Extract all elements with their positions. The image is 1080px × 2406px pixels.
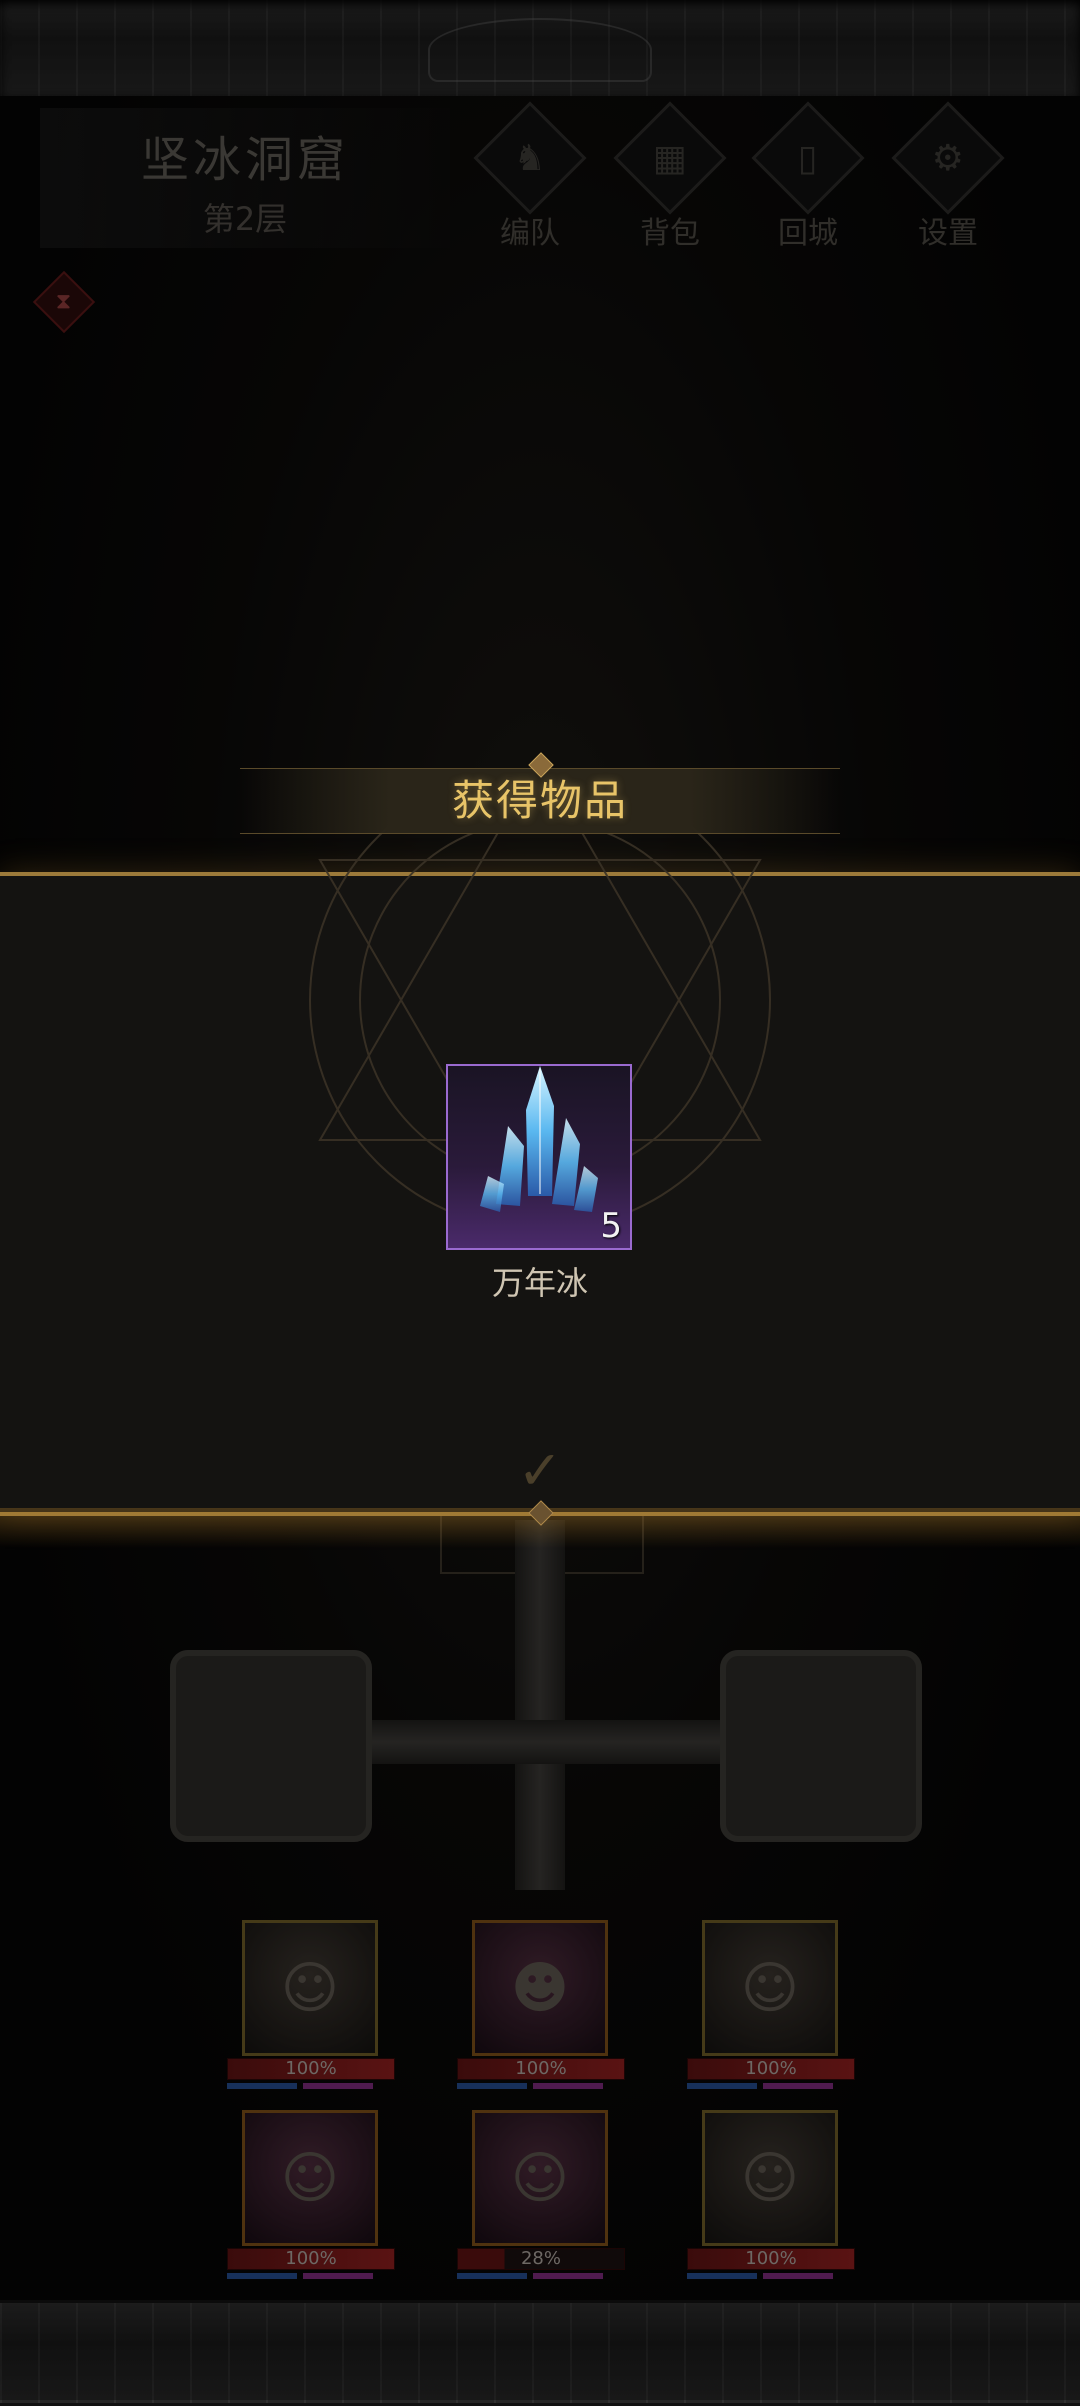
reward-title: 获得物品 xyxy=(451,776,628,825)
item-count: 5 xyxy=(600,1206,622,1246)
reward-title-bar: 获得物品 xyxy=(240,768,840,834)
confirm-checkmark-button[interactable]: ✓ xyxy=(500,1438,580,1502)
reward-item-slot[interactable]: 5 xyxy=(446,1064,632,1250)
item-name: 万年冰 xyxy=(491,1264,588,1302)
checkmark-icon: ✓ xyxy=(517,1438,563,1502)
